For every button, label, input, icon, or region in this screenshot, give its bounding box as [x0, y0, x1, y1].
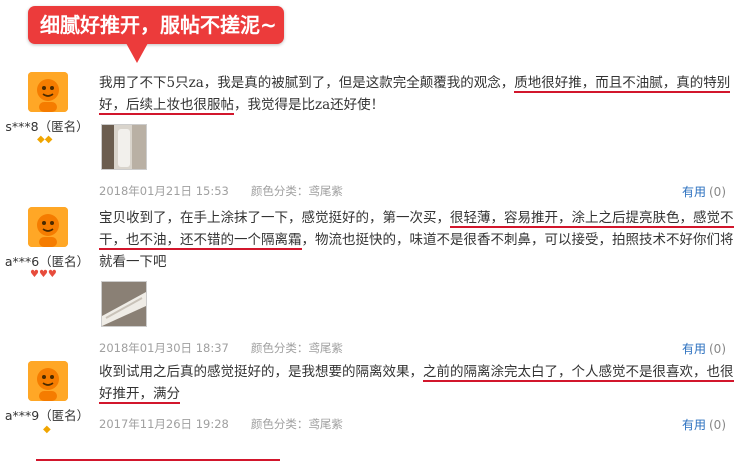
review-meta: 2018年01月30日 18:37 颜色分类：鸢尾紫	[99, 340, 343, 356]
useful-button[interactable]: 有用 (0)	[682, 416, 726, 433]
mascot-avatar-icon	[28, 361, 68, 401]
mascot-avatar-icon	[28, 207, 68, 247]
review-color-class: 颜色分类：鸢尾紫	[250, 341, 343, 355]
mascot-avatar-icon	[28, 72, 68, 112]
review-text-segment: ，我觉得是比za还好使！	[234, 97, 385, 113]
banner-text: 细腻好推开，服帖不搓泥~	[40, 13, 277, 37]
product-photo-icon	[102, 125, 146, 169]
review-meta: 2017年11月26日 19:28 颜色分类：鸢尾紫	[99, 416, 343, 432]
review-color-class: 颜色分类：鸢尾紫	[250, 417, 343, 431]
review-text-segment: 收到试用之后真的感觉挺好的，是我想要的隔离效果，	[99, 364, 423, 380]
avatar	[28, 361, 68, 401]
review-photo-thumbnail[interactable]	[101, 281, 147, 327]
avatar	[28, 207, 68, 247]
review-date: 2018年01月30日 18:37	[99, 341, 229, 355]
review-color-class: 颜色分类：鸢尾紫	[250, 184, 343, 198]
highlight-banner: 细腻好推开，服帖不搓泥~	[28, 6, 284, 44]
member-level-icon: ◆	[43, 424, 51, 435]
review-photo-thumbnail[interactable]	[101, 124, 147, 170]
useful-count: (0)	[709, 418, 726, 432]
reviewer-name[interactable]: s***8（匿名）	[2, 116, 92, 135]
product-photo-icon	[102, 282, 146, 326]
review-date: 2018年01月21日 15:53	[99, 184, 229, 198]
reviewer-name[interactable]: a***6（匿名）	[2, 251, 92, 270]
review-text: 收到试用之后真的感觉挺好的，是我想要的隔离效果，之前的隔离涂完太白了，个人感觉不…	[99, 361, 739, 405]
review-text: 我用了不下5只za，我是真的被腻到了，但是这款完全颠覆我的观念，质地很好推，而且…	[99, 72, 739, 116]
useful-label[interactable]: 有用	[682, 185, 706, 199]
banner-pointer	[126, 43, 148, 63]
useful-button[interactable]: 有用 (0)	[682, 340, 726, 357]
useful-label[interactable]: 有用	[682, 418, 706, 432]
useful-button[interactable]: 有用 (0)	[682, 183, 726, 200]
useful-count: (0)	[709, 185, 726, 199]
review-meta: 2018年01月21日 15:53 颜色分类：鸢尾紫	[99, 183, 343, 199]
review-text-segment: 宝贝收到了，在手上涂抹了一下，感觉挺好的，第一次买，	[99, 210, 450, 226]
reviewer-name[interactable]: a***9（匿名）	[2, 405, 92, 424]
review-text: 宝贝收到了，在手上涂抹了一下，感觉挺好的，第一次买，很轻薄，容易推开，涂上之后提…	[99, 207, 739, 273]
review-date: 2017年11月26日 19:28	[99, 417, 229, 431]
avatar	[28, 72, 68, 112]
member-level-icon: ♥♥♥	[30, 269, 57, 280]
useful-count: (0)	[709, 342, 726, 356]
member-level-icon: ◆◆	[37, 134, 53, 145]
useful-label[interactable]: 有用	[682, 342, 706, 356]
review-text-segment: 我用了不下5只za，我是真的被腻到了，但是这款完全颠覆我的观念，	[99, 75, 515, 91]
